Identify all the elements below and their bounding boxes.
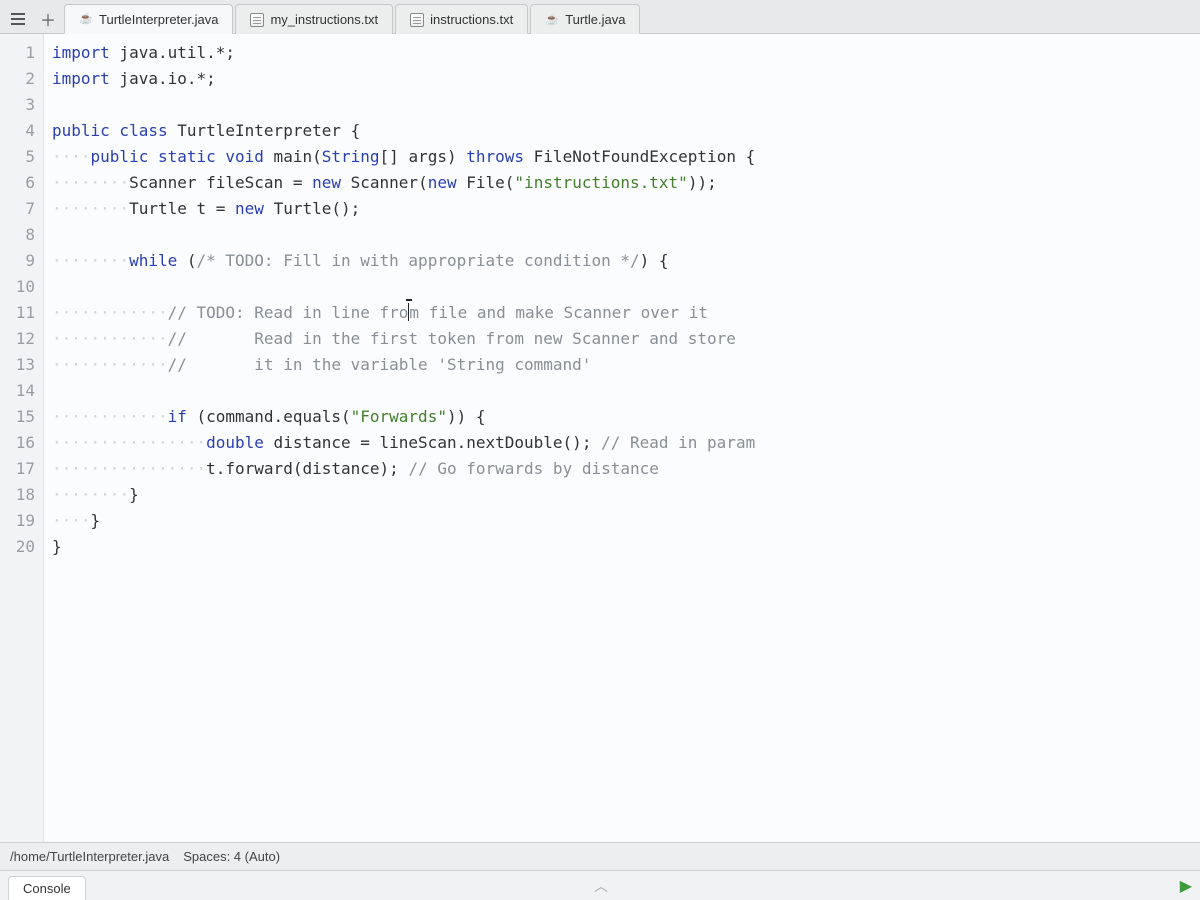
line-number: 20 [0,534,35,560]
line-number: 15 [0,404,35,430]
status-bar: /home/TurtleInterpreter.java Spaces: 4 (… [0,842,1200,870]
line-number: 2 [0,66,35,92]
code-line[interactable]: ········} [52,482,1200,508]
console-tab-label: Console [23,881,71,896]
code-line[interactable] [52,222,1200,248]
line-number: 7 [0,196,35,222]
line-number: 17 [0,456,35,482]
code-line[interactable]: public class TurtleInterpreter { [52,118,1200,144]
tab-bar: ＋ ☕ TurtleInterpreter.java my_instructio… [0,0,1200,34]
code-area[interactable]: import java.util.*;import java.io.*; publ… [44,34,1200,842]
java-file-icon: ☕ [545,13,559,27]
code-line[interactable]: ················double distance = lineSc… [52,430,1200,456]
tab-my-instructions[interactable]: my_instructions.txt [235,4,393,34]
code-line[interactable]: import java.util.*; [52,40,1200,66]
chevron-up-icon[interactable]: ︿ [594,876,606,896]
new-tab-button[interactable]: ＋ [34,5,62,33]
line-number: 11 [0,300,35,326]
line-number-gutter: 1234567891011121314151617181920 [0,34,44,842]
code-line[interactable]: ············if (command.equals("Forwards… [52,404,1200,430]
line-number: 6 [0,170,35,196]
text-caret [408,303,409,321]
console-bar: Console ︿ ▶ [0,870,1200,900]
code-line[interactable]: ····} [52,508,1200,534]
line-number: 19 [0,508,35,534]
code-line[interactable]: ····public static void main(String[] arg… [52,144,1200,170]
tab-label: TurtleInterpreter.java [99,12,218,27]
code-line[interactable]: ········while (/* TODO: Fill in with app… [52,248,1200,274]
java-file-icon: ☕ [79,12,93,26]
tab-label: Turtle.java [565,12,625,27]
line-number: 18 [0,482,35,508]
text-file-icon [250,13,264,27]
tab-turtle[interactable]: ☕ Turtle.java [530,4,640,34]
code-line[interactable]: } [52,534,1200,560]
code-line[interactable]: ················t.forward(distance); // … [52,456,1200,482]
line-number: 3 [0,92,35,118]
code-line[interactable]: ············// Read in the first token f… [52,326,1200,352]
tab-turtleinterpreter[interactable]: ☕ TurtleInterpreter.java [64,4,233,34]
line-number: 1 [0,40,35,66]
code-line[interactable]: import java.io.*; [52,66,1200,92]
code-line[interactable] [52,378,1200,404]
code-line[interactable] [52,92,1200,118]
code-line[interactable] [52,274,1200,300]
line-number: 13 [0,352,35,378]
line-number: 9 [0,248,35,274]
status-file-path: /home/TurtleInterpreter.java [10,849,169,864]
line-number: 4 [0,118,35,144]
tab-label: instructions.txt [430,12,513,27]
status-indent-setting[interactable]: Spaces: 4 (Auto) [183,849,280,864]
line-number: 12 [0,326,35,352]
hamburger-icon[interactable] [4,5,32,33]
tab-label: my_instructions.txt [270,12,378,27]
text-file-icon [410,13,424,27]
tab-instructions[interactable]: instructions.txt [395,4,528,34]
line-number: 8 [0,222,35,248]
code-line[interactable]: ········Scanner fileScan = new Scanner(n… [52,170,1200,196]
console-tab[interactable]: Console [8,876,86,900]
line-number: 5 [0,144,35,170]
run-button-icon[interactable]: ▶ [1180,876,1192,896]
code-line[interactable]: ············// TODO: Read in line from f… [52,300,1200,326]
code-editor[interactable]: 1234567891011121314151617181920 import j… [0,34,1200,842]
code-line[interactable]: ············// it in the variable 'Strin… [52,352,1200,378]
code-line[interactable]: ········Turtle t = new Turtle(); [52,196,1200,222]
line-number: 10 [0,274,35,300]
line-number: 14 [0,378,35,404]
line-number: 16 [0,430,35,456]
